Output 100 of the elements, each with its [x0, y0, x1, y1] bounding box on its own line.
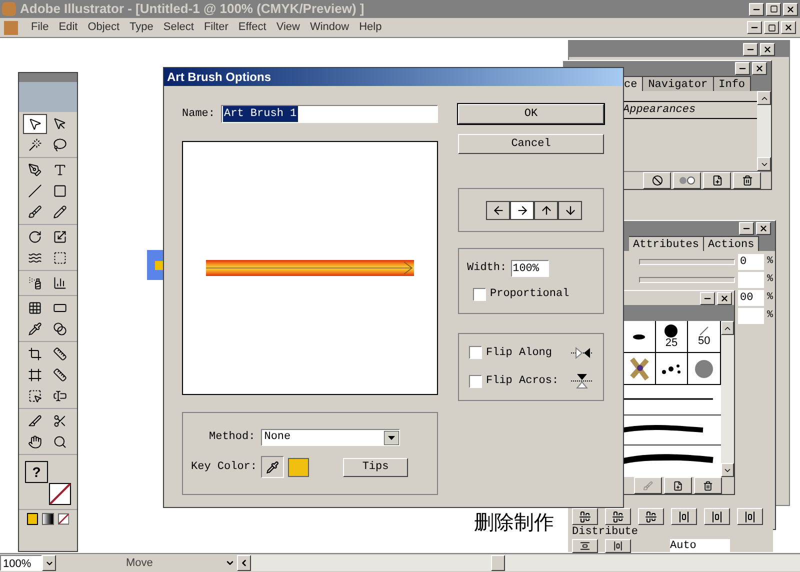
right-arrow-icon	[516, 204, 528, 216]
prohibited-icon	[652, 175, 662, 186]
checkbox[interactable]	[469, 374, 482, 388]
close-button[interactable]	[783, 2, 798, 16]
panel-tab[interactable]: Navigator	[643, 76, 714, 91]
brush-swatch[interactable]	[688, 353, 721, 385]
brush-options-button[interactable]	[634, 477, 662, 494]
distribute-button[interactable]	[737, 508, 763, 525]
menu-item[interactable]: Select	[158, 19, 199, 36]
minimize-button[interactable]	[743, 42, 758, 56]
menu-item[interactable]: Type	[124, 19, 158, 36]
down-arrow-icon	[564, 204, 576, 216]
panel-tab[interactable]: Info	[714, 76, 752, 91]
scroll-thumb[interactable]	[491, 555, 505, 571]
menu-item[interactable]: Edit	[54, 19, 83, 36]
menu-item[interactable]: Effect	[233, 19, 272, 36]
distribute-button[interactable]	[605, 508, 631, 525]
restore-button[interactable]	[766, 2, 781, 16]
spacing-field[interactable]: Auto	[670, 539, 730, 553]
ruler-icon	[53, 368, 67, 382]
flip-along-icon	[570, 346, 594, 359]
distribute-spacing-button[interactable]	[605, 539, 631, 553]
scrollbar[interactable]	[721, 321, 734, 477]
direction-button[interactable]	[510, 200, 534, 220]
key-color-swatch[interactable]	[288, 458, 310, 476]
new-item-button[interactable]	[703, 172, 731, 189]
minimize-button[interactable]	[735, 62, 750, 74]
eyedropper-button[interactable]	[261, 456, 284, 478]
menu-item[interactable]: Object	[82, 19, 124, 36]
panel-tab[interactable]: Actions	[704, 236, 760, 251]
close-button[interactable]	[717, 292, 732, 304]
fill-swatch[interactable]: ?	[25, 461, 48, 483]
method-dropdown[interactable]: None	[261, 429, 400, 446]
dialog-button[interactable]: Cancel	[458, 134, 604, 154]
close-button[interactable]	[752, 62, 767, 74]
close-icon	[720, 294, 729, 302]
zoom-field[interactable]: 100%	[0, 555, 42, 571]
restore-button[interactable]	[764, 21, 779, 34]
checkbox[interactable]	[473, 288, 486, 300]
menu-item[interactable]: File	[26, 19, 54, 36]
value-field[interactable]	[738, 272, 764, 288]
horizontal-spacing-icon	[613, 541, 623, 551]
appearance-row[interactable]: Appearances	[623, 102, 696, 118]
status-menu-icon[interactable]	[225, 558, 235, 568]
distribute-spacing-button[interactable]	[572, 539, 598, 553]
close-button[interactable]	[781, 21, 796, 34]
gradient-swatch[interactable]	[42, 513, 54, 525]
brush-swatch[interactable]	[656, 353, 688, 385]
delete-button[interactable]	[694, 477, 722, 494]
value-field[interactable]: 00	[738, 290, 764, 306]
stroke-none-swatch[interactable]	[49, 483, 71, 505]
distribute-button[interactable]	[671, 508, 697, 525]
scroll-down-button[interactable]	[757, 157, 771, 171]
panel-tab[interactable]: Attributes	[629, 236, 704, 251]
distribute-button[interactable]	[704, 508, 730, 525]
left-arrow-icon	[492, 204, 504, 216]
direction-button[interactable]	[486, 200, 510, 220]
menu-item[interactable]: Help	[354, 19, 387, 36]
minimize-button[interactable]	[747, 21, 762, 34]
slice-select-icon	[28, 389, 42, 403]
minimize-button[interactable]	[739, 222, 754, 234]
dialog-button[interactable]: OK	[458, 104, 604, 124]
distribute-button[interactable]	[572, 508, 598, 525]
slider-track[interactable]	[638, 258, 735, 264]
brush-size-label: 25	[665, 338, 678, 349]
clear-button[interactable]	[643, 172, 671, 189]
distribute-button[interactable]	[638, 508, 664, 525]
selection-tool[interactable]	[23, 114, 47, 134]
zoom-dropdown-button[interactable]	[42, 555, 56, 571]
color-swatch[interactable]	[27, 513, 38, 525]
delete-button[interactable]	[733, 172, 761, 189]
slider-track[interactable]	[638, 276, 735, 282]
paintbrush-icon	[28, 205, 42, 219]
horizontal-scrollbar[interactable]	[251, 555, 800, 571]
minimize-button[interactable]	[700, 292, 715, 304]
direction-button[interactable]	[558, 200, 582, 220]
percent-label: %	[766, 273, 773, 287]
tips-button[interactable]: Tips	[343, 458, 408, 476]
checkbox[interactable]	[469, 346, 482, 360]
new-item-button[interactable]	[664, 477, 692, 494]
checkbox-label: Flip Acros:	[486, 374, 560, 389]
name-field[interactable]: Art Brush 1	[221, 105, 438, 123]
scroll-down-button[interactable]	[721, 463, 734, 477]
value-field[interactable]	[738, 308, 764, 324]
scroll-up-button[interactable]	[757, 91, 771, 105]
minimize-button[interactable]	[749, 2, 764, 16]
menu-item[interactable]: Window	[304, 19, 354, 36]
menu-item[interactable]: Filter	[198, 19, 234, 36]
none-swatch[interactable]	[58, 513, 69, 525]
scroll-up-button[interactable]	[721, 321, 734, 335]
menu-item[interactable]: View	[271, 19, 305, 36]
width-field[interactable]: 100%	[510, 260, 549, 277]
reduce-button[interactable]	[673, 172, 701, 189]
value-field[interactable]: 0	[738, 254, 764, 270]
scrollbar[interactable]	[757, 91, 771, 171]
scroll-left-button[interactable]	[237, 555, 251, 571]
close-button[interactable]	[756, 222, 771, 234]
close-button[interactable]	[760, 42, 775, 56]
trash-icon	[742, 175, 752, 186]
direction-button[interactable]	[534, 200, 558, 220]
